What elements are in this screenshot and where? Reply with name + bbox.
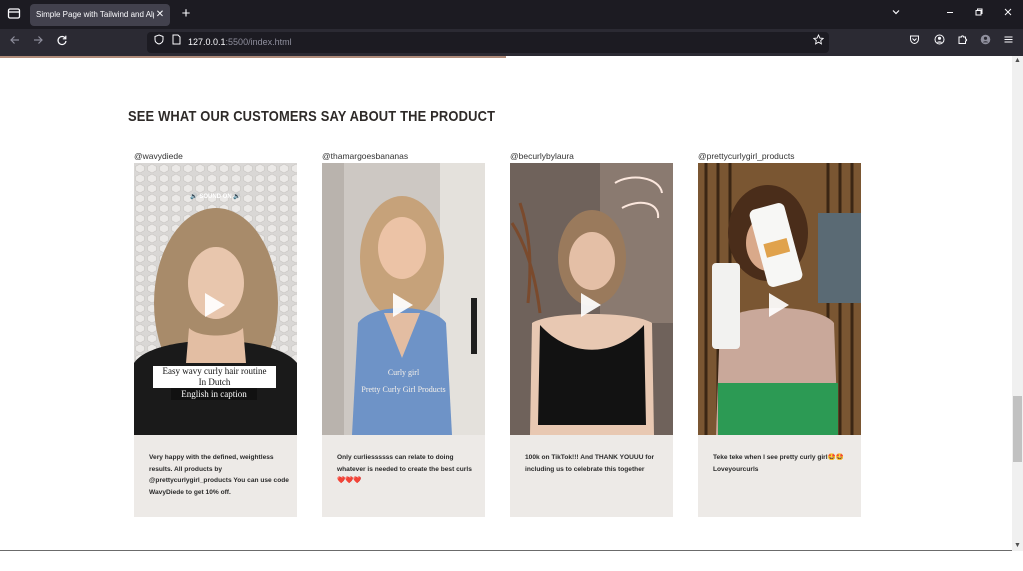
overlay-line: Pretty Curly Girl Products bbox=[361, 385, 446, 394]
browser-tab-bar: Simple Page with Tailwind and Alpine ✕ + bbox=[0, 0, 1023, 29]
caption-text: Very happy with the defined, weightless … bbox=[149, 454, 289, 496]
restore-icon[interactable] bbox=[970, 5, 988, 23]
url-text[interactable]: 127.0.0.1:5500/index.html bbox=[188, 32, 292, 53]
tab-title: Simple Page with Tailwind and Alpine bbox=[36, 10, 154, 19]
shield-icon[interactable] bbox=[152, 34, 166, 51]
caption-box: 100k on TikTok!!! And THANK YOUUU for in… bbox=[510, 435, 673, 517]
video-thumbnail[interactable]: 🔊 SOUND ON 🔊 Easy wavy curly hair routin… bbox=[134, 163, 297, 435]
extensions-icon[interactable] bbox=[954, 33, 970, 51]
minimize-icon[interactable] bbox=[941, 5, 959, 23]
play-icon[interactable] bbox=[205, 293, 225, 317]
url-host: 127.0.0.1 bbox=[188, 37, 226, 47]
pocket-icon[interactable] bbox=[906, 33, 922, 51]
menu-icon[interactable] bbox=[1000, 33, 1016, 51]
overlay-line: Curly girl bbox=[387, 368, 420, 377]
url-path: :5500/index.html bbox=[225, 37, 292, 47]
sound-on-label: 🔊 SOUND ON 🔊 bbox=[190, 194, 241, 200]
new-tab-button[interactable]: + bbox=[178, 5, 194, 23]
overlay-line: English in caption bbox=[171, 388, 257, 400]
caption-box: Very happy with the defined, weightless … bbox=[134, 435, 297, 517]
section-divider bbox=[0, 550, 1012, 551]
scroll-up-icon[interactable]: ▲ bbox=[1012, 56, 1023, 66]
video-overlay-caption: Easy wavy curly hair routine In Dutch bbox=[153, 366, 276, 388]
chevron-down-icon[interactable] bbox=[887, 5, 905, 23]
url-bar[interactable]: 127.0.0.1:5500/index.html bbox=[147, 32, 829, 53]
tab-close-icon[interactable]: ✕ bbox=[154, 4, 166, 26]
section-title: SEE WHAT OUR CUSTOMERS SAY ABOUT THE PRO… bbox=[128, 108, 496, 125]
browser-nav-bar: 127.0.0.1:5500/index.html bbox=[0, 29, 1023, 56]
scroll-thumb[interactable] bbox=[1013, 396, 1022, 462]
bookmark-star-icon[interactable] bbox=[811, 33, 825, 51]
profile-icon[interactable] bbox=[977, 33, 993, 51]
tab-active[interactable]: Simple Page with Tailwind and Alpine ✕ bbox=[30, 4, 170, 26]
page-viewport: SEE WHAT OUR CUSTOMERS SAY ABOUT THE PRO… bbox=[0, 56, 1012, 571]
scroll-down-icon[interactable]: ▼ bbox=[1012, 541, 1023, 551]
scroll-progress-bar bbox=[0, 56, 506, 58]
card-handle[interactable]: @thamargoesbananas bbox=[322, 151, 408, 161]
card-handle[interactable]: @becurlybylaura bbox=[510, 151, 574, 161]
reload-icon[interactable] bbox=[53, 33, 71, 51]
back-icon[interactable] bbox=[6, 33, 24, 51]
caption-box: Teke teke when I see pretty curly girl🤩🤩… bbox=[698, 435, 861, 517]
play-icon[interactable] bbox=[581, 293, 601, 317]
video-thumbnail[interactable]: Curly girl Pretty Curly Girl Products bbox=[322, 163, 485, 435]
card-handle[interactable]: @prettycurlygirl_products bbox=[698, 151, 795, 161]
caption-text: Only curliessssss can relate to doing wh… bbox=[337, 454, 472, 485]
video-thumbnail[interactable] bbox=[698, 163, 861, 435]
caption-text: 100k on TikTok!!! And THANK YOUUU for in… bbox=[525, 454, 655, 473]
close-icon[interactable] bbox=[999, 5, 1017, 23]
card-handle[interactable]: @wavydiede bbox=[134, 151, 183, 161]
video-thumbnail[interactable] bbox=[510, 163, 673, 435]
forward-icon[interactable] bbox=[29, 33, 47, 51]
play-icon[interactable] bbox=[769, 293, 789, 317]
play-icon[interactable] bbox=[393, 293, 413, 317]
page-scrollbar[interactable]: ▲ ▼ bbox=[1012, 56, 1023, 551]
page-icon[interactable] bbox=[169, 34, 183, 51]
overlay-line: In Dutch bbox=[198, 377, 231, 387]
account-icon[interactable] bbox=[931, 33, 947, 51]
overlay-line: Easy wavy curly hair routine bbox=[162, 366, 267, 376]
caption-box: Only curliessssss can relate to doing wh… bbox=[322, 435, 485, 517]
caption-text: Teke teke when I see pretty curly girl🤩🤩… bbox=[713, 454, 845, 473]
tab-list-icon[interactable] bbox=[6, 6, 22, 22]
